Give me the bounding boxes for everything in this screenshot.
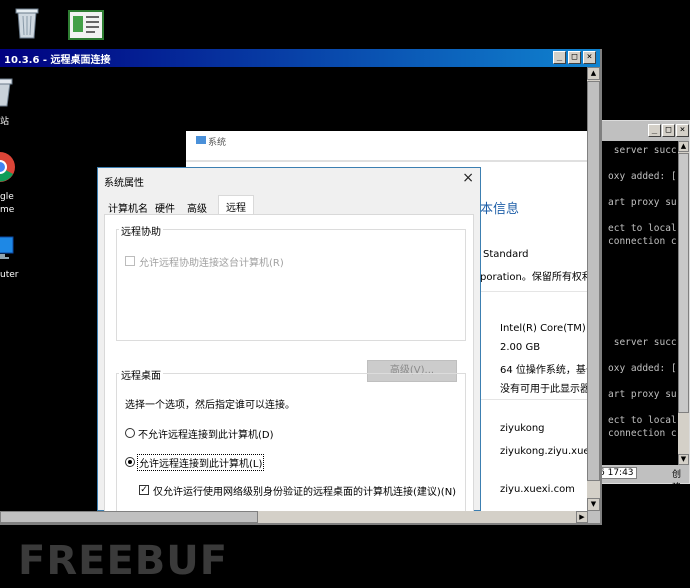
status-extra: 创建: [672, 470, 682, 493]
scroll-right-icon[interactable]: ▶: [576, 511, 588, 523]
tab-advanced[interactable]: 高级: [184, 197, 210, 215]
allow-remote-assistance-label: 允许远程协助连接这台计算机(R): [139, 258, 284, 269]
computer-label: uter: [0, 270, 19, 280]
deny-remote-label: 不允许远程连接到此计算机(D): [138, 430, 274, 441]
recycle-bin-icon[interactable]: [12, 6, 42, 40]
remote-desktop-instruction: 选择一个选项，然后指定谁可以连接。: [125, 400, 295, 411]
scroll-down-icon[interactable]: ▼: [587, 498, 600, 511]
copyright-text: poration。保留所有权利: [480, 272, 592, 283]
remote-desktop-window[interactable]: 10.3.6 - 远程桌面连接 _ □ × 站 gle me uter 系统 本…: [0, 49, 602, 525]
minimize-button[interactable]: _: [553, 51, 566, 64]
maximize-button[interactable]: □: [662, 124, 675, 137]
deny-remote-radio[interactable]: [125, 428, 135, 438]
recycle-bin-label: 站: [0, 117, 10, 127]
tab-computer-name[interactable]: 计算机名: [106, 197, 150, 215]
scroll-up-icon[interactable]: ▲: [587, 67, 600, 80]
console-line: art proxy su: [608, 197, 677, 208]
scroll-thumb[interactable]: [678, 153, 689, 413]
console-output: server succ oxy added: [ art proxy su ec…: [602, 141, 680, 465]
console-line: ect to local: [608, 223, 677, 234]
chrome-icon[interactable]: [0, 151, 16, 183]
allow-remote-label: 允许远程连接到此计算机(L): [136, 454, 265, 471]
close-button[interactable]: ×: [583, 51, 596, 64]
console-line: art proxy su: [608, 389, 677, 400]
tab-remote[interactable]: 远程: [218, 195, 254, 215]
remote-desktop-label: 远程桌面: [119, 367, 163, 382]
close-button[interactable]: ×: [676, 124, 689, 137]
domain-value: ziyu.xuexi.com: [500, 484, 575, 495]
rdp-horizontal-scrollbar[interactable]: ▶: [0, 511, 588, 523]
allow-remote-radio[interactable]: [125, 457, 135, 467]
dialog-title: 系统属性: [104, 178, 144, 189]
processor-value: Intel(R) Core(TM) i: [500, 323, 592, 334]
system-window-header[interactable]: 系统: [186, 131, 588, 161]
system-icon: [196, 136, 206, 144]
console-statusbar: 6 17:43 创建: [596, 465, 689, 493]
remote-tab-panel: 远程协助 允许远程协助连接这台计算机(R) 高级(V)... 远程桌面 选择一个…: [104, 214, 474, 517]
minimize-button[interactable]: _: [648, 124, 661, 137]
console-line: ect to local: [608, 415, 677, 426]
console-line: server succ: [608, 337, 677, 348]
console-line: oxy added: [: [608, 363, 677, 374]
system-window-title: 系统: [208, 138, 227, 148]
scroll-thumb[interactable]: [0, 511, 258, 523]
console-titlebar[interactable]: _ □ ×: [602, 121, 689, 141]
scroll-down-icon[interactable]: ▼: [678, 454, 689, 465]
console-line: connection c: [608, 236, 677, 247]
chrome-label: gle: [0, 192, 14, 202]
nla-checkbox-label: 仅允许运行使用网络级别身份验证的远程桌面的计算机连接(建议)(N): [153, 487, 457, 498]
close-icon[interactable]: ×: [462, 170, 474, 186]
console-line: oxy added: [: [608, 171, 677, 182]
nla-checkbox[interactable]: ✓: [139, 485, 149, 495]
ram-value: 2.00 GB: [500, 342, 541, 353]
windows-edition: Standard: [483, 249, 529, 260]
console-line: connection c: [608, 428, 677, 439]
console-window[interactable]: _ □ × server succ oxy added: [ art proxy…: [596, 120, 690, 493]
maximize-button[interactable]: □: [568, 51, 581, 64]
tab-hardware[interactable]: 硬件: [152, 197, 178, 215]
remote-assistance-group: [116, 229, 466, 341]
computer-icon[interactable]: [0, 235, 14, 261]
console-line: server succ: [608, 145, 677, 156]
rdp-vertical-scrollbar[interactable]: ▲ ▼: [587, 67, 600, 511]
chrome-label: me: [0, 205, 15, 215]
allow-remote-assistance-checkbox[interactable]: [125, 256, 135, 266]
scroll-thumb[interactable]: [587, 81, 600, 481]
console-scrollbar[interactable]: ▲ ▼: [678, 141, 689, 465]
system-type-value: 64 位操作系统，基于: [500, 365, 596, 376]
freebuf-watermark: FREEBUF: [18, 538, 229, 584]
full-computer-name-value: ziyukong.ziyu.xuex: [500, 446, 596, 457]
scroll-up-icon[interactable]: ▲: [678, 141, 689, 152]
rdp-titlebar[interactable]: 10.3.6 - 远程桌面连接 _ □ ×: [0, 49, 600, 67]
system-properties-dialog[interactable]: 系统属性 × 计算机名 硬件 高级 远程 远程协助 允许远程协助连接这台计算机(…: [97, 167, 481, 517]
system-info-heading: 本信息: [480, 202, 520, 217]
pen-touch-value: 没有可用于此显示器: [500, 384, 590, 395]
document-icon[interactable]: [68, 10, 104, 40]
status-time: 6 17:43: [596, 467, 637, 479]
rdp-title: 10.3.6 - 远程桌面连接: [4, 55, 111, 66]
computer-name-value: ziyukong: [500, 423, 545, 434]
recycle-bin-icon[interactable]: [0, 77, 14, 107]
remote-assistance-label: 远程协助: [119, 223, 163, 238]
